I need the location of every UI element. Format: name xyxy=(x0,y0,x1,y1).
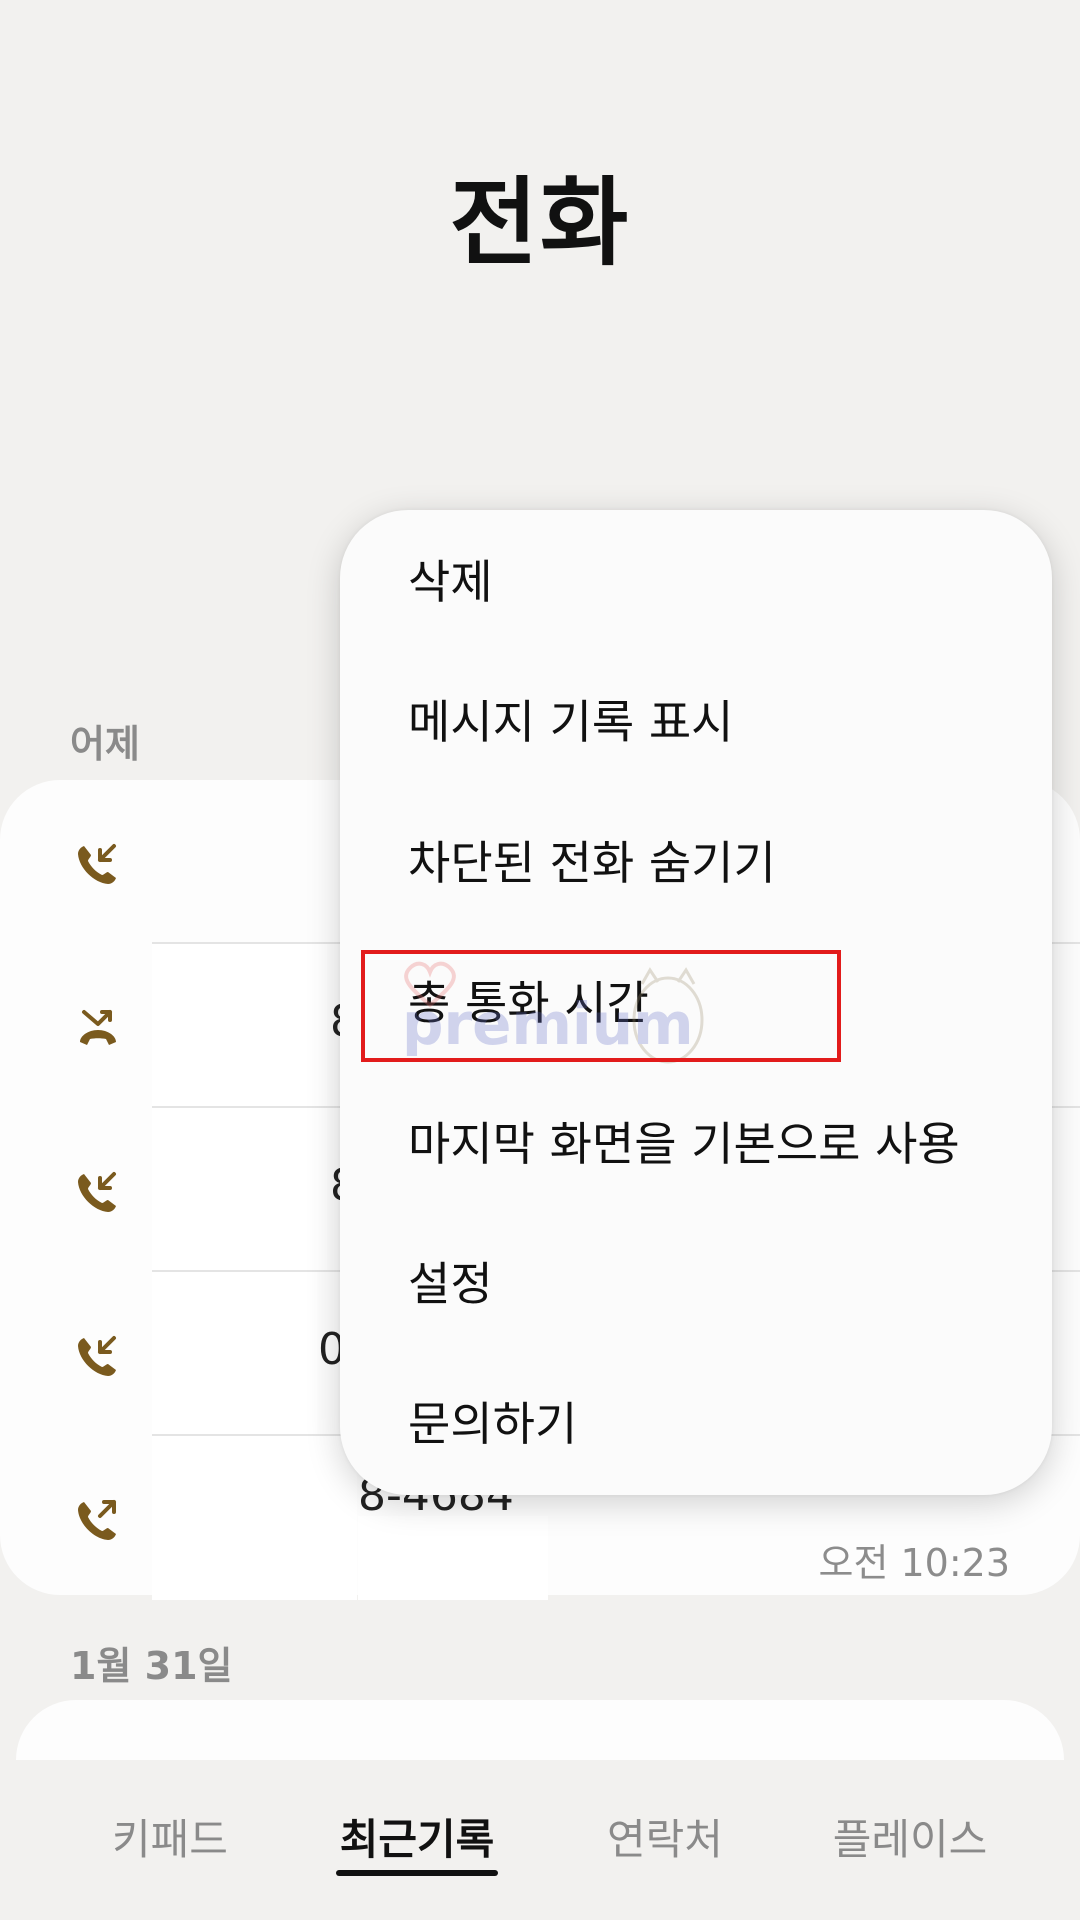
privacy-mask xyxy=(152,1108,327,1272)
menu-item-use-last-screen-default[interactable]: 마지막 화면을 기본으로 사용 xyxy=(408,1104,960,1184)
menu-item-hide-blocked-calls[interactable]: 차단된 전화 숨기기 xyxy=(408,823,776,903)
menu-item-settings[interactable]: 설정 xyxy=(408,1244,493,1324)
section-label-yesterday: 어제 xyxy=(70,722,140,766)
call-log-card xyxy=(16,1700,1064,1760)
highlight-box xyxy=(361,950,841,1062)
tab-contacts[interactable]: 연락처 xyxy=(570,1760,760,1920)
incoming-call-icon xyxy=(78,844,116,884)
menu-item-contact-us[interactable]: 문의하기 xyxy=(408,1384,577,1464)
tab-recents[interactable]: 최근기록 xyxy=(317,1760,517,1920)
outgoing-call-icon xyxy=(78,1500,116,1540)
tab-places[interactable]: 플레이스 xyxy=(810,1760,1010,1920)
missed-call-icon xyxy=(80,1010,116,1045)
privacy-mask xyxy=(152,1272,317,1436)
active-tab-indicator xyxy=(336,1870,498,1876)
call-time: 오전 10:23 xyxy=(818,1541,1010,1585)
tab-keypad[interactable]: 키패드 xyxy=(80,1760,260,1920)
incoming-call-icon xyxy=(78,1172,116,1212)
menu-item-show-message-history[interactable]: 메시지 기록 표시 xyxy=(408,682,733,762)
section-label-date: 1월 31일 xyxy=(70,1644,233,1688)
privacy-mask xyxy=(152,1436,357,1600)
privacy-mask xyxy=(152,944,327,1108)
incoming-call-icon xyxy=(78,1336,116,1376)
page-title: 전화 xyxy=(449,167,631,279)
bottom-nav: 키패드 최근기록 연락처 플레이스 xyxy=(0,1760,1080,1920)
menu-item-delete[interactable]: 삭제 xyxy=(408,542,493,622)
privacy-mask xyxy=(358,1516,548,1600)
